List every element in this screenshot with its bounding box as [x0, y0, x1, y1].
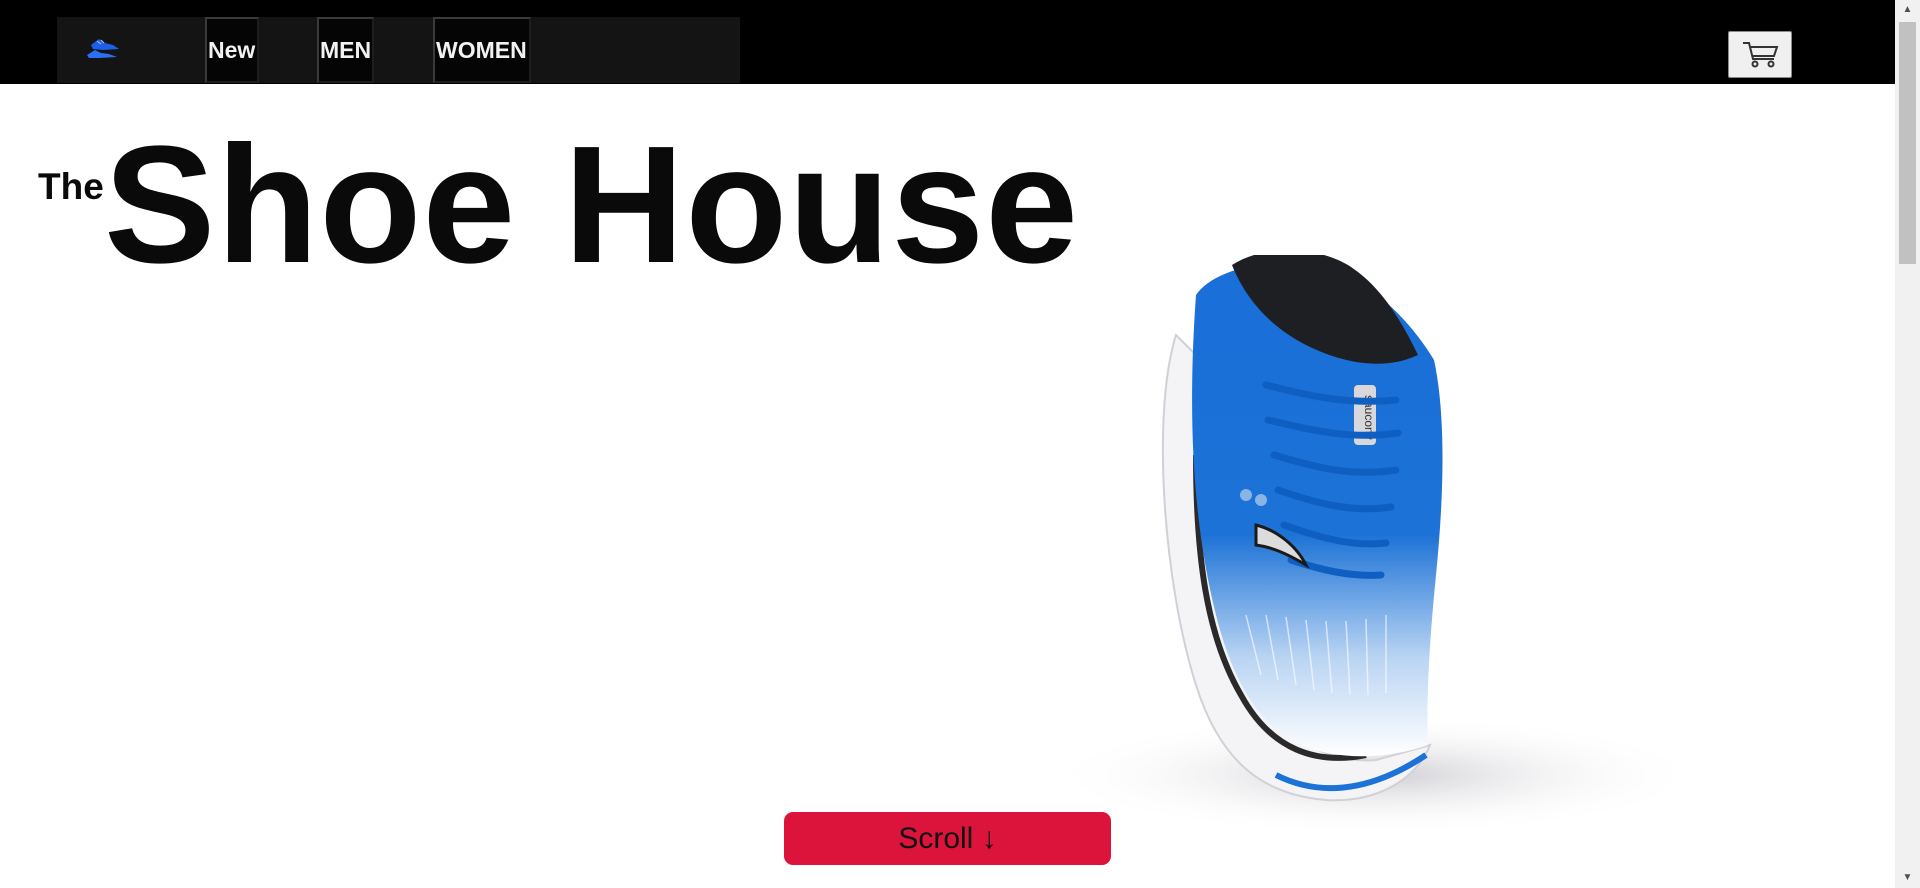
- scroll-down-arrow-icon[interactable]: ▼: [1895, 868, 1920, 888]
- nav-men-button[interactable]: MEN: [317, 17, 374, 83]
- nav-women-button[interactable]: WOMEN: [433, 17, 531, 83]
- nav-new-button[interactable]: New: [205, 17, 259, 83]
- main-nav: New MEN WOMEN: [57, 17, 740, 83]
- title-prefix: The: [38, 166, 104, 207]
- sneaker-logo-icon[interactable]: [83, 31, 129, 63]
- page-scrollbar[interactable]: ▲ ▼: [1895, 0, 1920, 888]
- hero-shoe-image: saucony: [1046, 255, 1792, 864]
- page-title: Shoe House: [104, 112, 1080, 298]
- scrollbar-thumb[interactable]: [1899, 22, 1916, 264]
- scroll-down-button[interactable]: Scroll ↓: [784, 812, 1111, 865]
- cart-button[interactable]: [1728, 31, 1792, 78]
- scroll-up-arrow-icon[interactable]: ▲: [1895, 0, 1920, 20]
- shopping-cart-icon: [1743, 42, 1779, 68]
- top-bar: New MEN WOMEN: [0, 0, 1895, 84]
